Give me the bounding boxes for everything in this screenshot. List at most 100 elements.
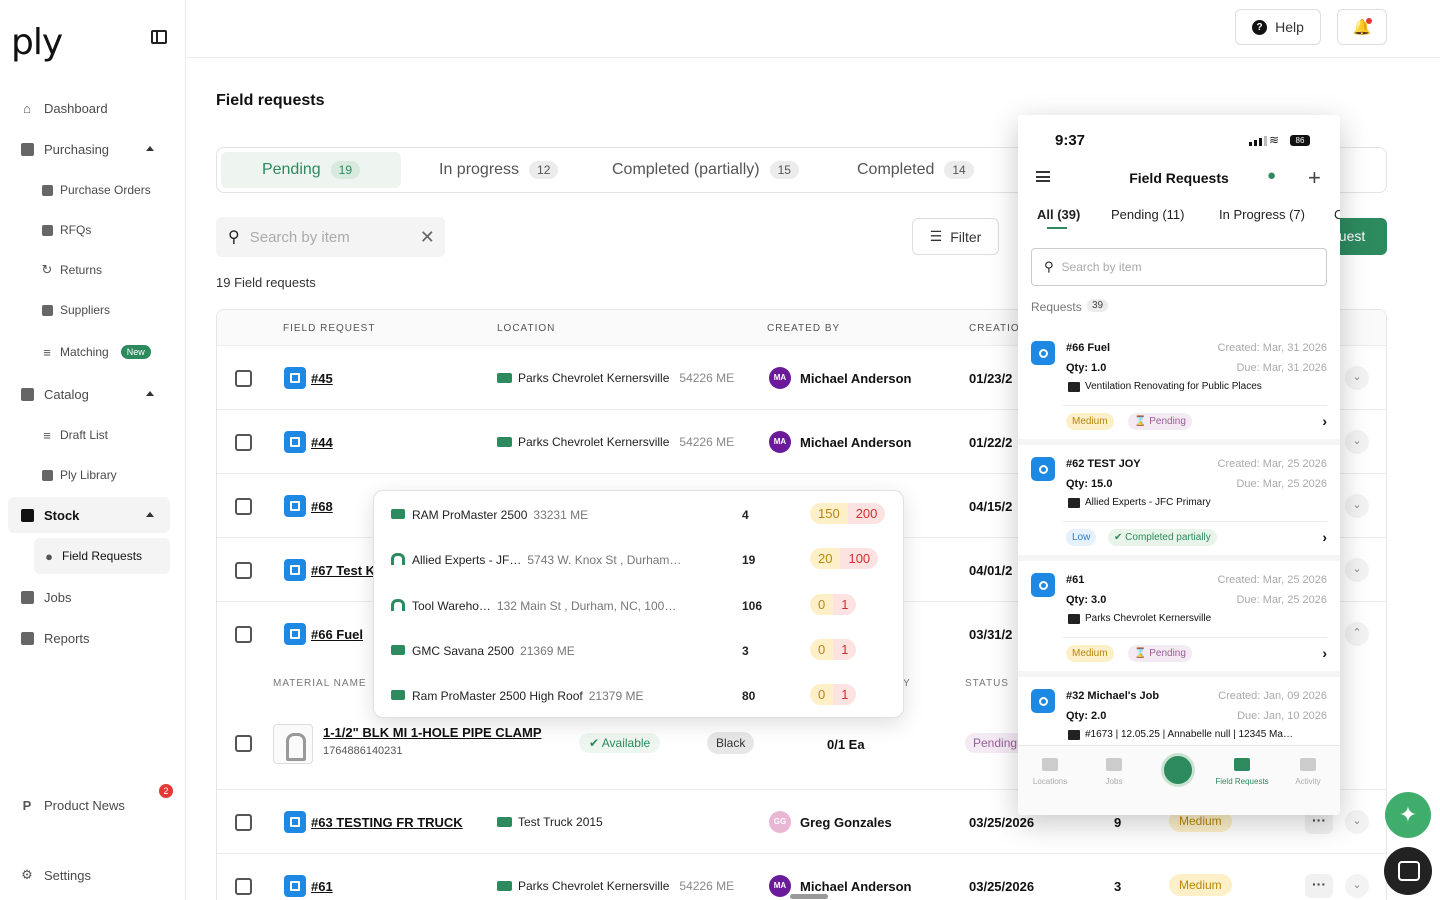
tab-pending[interactable]: Pending 19 bbox=[221, 152, 401, 188]
tab-completed[interactable]: Completed 14 bbox=[845, 152, 986, 188]
sidebar-item-draft-list[interactable]: ≡ Draft List bbox=[8, 417, 170, 453]
notifications-button[interactable]: 🔔 bbox=[1337, 9, 1387, 45]
stock-range-pill: 20 100 bbox=[810, 548, 879, 569]
row-checkbox[interactable] bbox=[235, 878, 252, 895]
tab-completed-partially[interactable]: Completed (partially) 15 bbox=[600, 152, 811, 188]
sidebar-item-field-requests[interactable]: ● Field Requests bbox=[34, 538, 170, 574]
scroll-indicator[interactable] bbox=[790, 894, 828, 899]
chevron-up-icon[interactable]: ⌃ bbox=[1345, 622, 1369, 646]
search-bar: ⚲ ✕ bbox=[216, 217, 445, 257]
chevron-down-icon[interactable]: ⌄ bbox=[1345, 810, 1369, 834]
field-request-link[interactable]: #68 bbox=[311, 499, 333, 514]
gear-icon: ⚙ bbox=[21, 867, 33, 882]
field-request-link[interactable]: #44 bbox=[311, 435, 333, 450]
chat-support-button[interactable] bbox=[1384, 847, 1432, 895]
search-input[interactable] bbox=[249, 228, 410, 246]
status-badge: ✔ Completed partially bbox=[1108, 529, 1217, 546]
more-options-button[interactable]: ··· bbox=[1305, 874, 1333, 898]
row-checkbox[interactable] bbox=[235, 434, 252, 451]
creator-name: Michael Anderson bbox=[800, 435, 912, 450]
creation-date: 01/23/2 bbox=[969, 371, 1013, 386]
barcode-scan-button[interactable] bbox=[1161, 753, 1195, 787]
chevron-down-icon[interactable]: ⌄ bbox=[1345, 366, 1369, 390]
sidebar-item-rfqs[interactable]: RFQs bbox=[8, 212, 170, 248]
lightbulb-icon bbox=[1031, 573, 1055, 597]
mobile-tab-completed[interactable]: C bbox=[1334, 207, 1340, 222]
field-request-link[interactable]: #67 Test Ki bbox=[311, 563, 379, 578]
field-request-link[interactable]: #66 Fuel bbox=[311, 627, 363, 642]
sidebar-item-suppliers[interactable]: Suppliers bbox=[8, 292, 170, 328]
chevron-right-icon[interactable]: › bbox=[1322, 529, 1327, 545]
truck-icon bbox=[497, 373, 512, 383]
add-icon[interactable]: + bbox=[1308, 165, 1321, 191]
mobile-title: Field Requests bbox=[1129, 170, 1229, 186]
clear-icon[interactable]: ✕ bbox=[420, 227, 435, 248]
row-checkbox[interactable] bbox=[235, 562, 252, 579]
chevron-down-icon[interactable]: ⌄ bbox=[1345, 874, 1369, 898]
sidebar-item-product-news[interactable]: P Product News bbox=[8, 787, 170, 823]
nav-activity[interactable]: Activity bbox=[1276, 758, 1340, 786]
list-item[interactable]: RAM ProMaster 2500 33231 ME 4 150 200 bbox=[374, 492, 903, 537]
chevron-right-icon[interactable]: › bbox=[1322, 413, 1327, 429]
priority-badge: Medium bbox=[1066, 413, 1114, 430]
row-checkbox[interactable] bbox=[235, 370, 252, 387]
sidebar-item-purchasing[interactable]: Purchasing bbox=[8, 131, 170, 167]
sidebar-item-purchase-orders[interactable]: Purchase Orders bbox=[8, 172, 170, 208]
chevron-down-icon[interactable]: ⌄ bbox=[1345, 558, 1369, 582]
nav-field-requests[interactable]: Field Requests bbox=[1210, 758, 1274, 786]
row-checkbox[interactable] bbox=[235, 626, 252, 643]
mobile-tab-pending[interactable]: Pending (11) bbox=[1111, 207, 1184, 222]
location-cell: Test Truck 2015 bbox=[497, 815, 603, 829]
request-card[interactable]: #61 Qty: 3.0 Created: Mar, 25 2026 Due: … bbox=[1018, 561, 1340, 677]
sidebar-item-settings[interactable]: ⚙ Settings bbox=[8, 857, 170, 893]
chevron-down-icon[interactable]: ⌄ bbox=[1345, 430, 1369, 454]
request-card[interactable]: #66 Fuel Qty: 1.0 Created: Mar, 31 2026 … bbox=[1018, 329, 1340, 445]
field-request-link[interactable]: #61 bbox=[311, 879, 333, 894]
filter-button[interactable]: ☰ Filter bbox=[912, 218, 999, 255]
row-checkbox[interactable] bbox=[235, 735, 252, 752]
truck-icon bbox=[497, 817, 512, 827]
field-request-link[interactable]: #45 bbox=[311, 371, 333, 386]
wifi-icon: ≋ bbox=[1269, 133, 1280, 147]
nav-jobs[interactable]: Jobs bbox=[1082, 758, 1146, 786]
help-button[interactable]: ? Help bbox=[1235, 9, 1321, 45]
row-checkbox[interactable] bbox=[235, 498, 252, 515]
sidebar-item-stock[interactable]: Stock bbox=[8, 497, 170, 533]
row-checkbox[interactable] bbox=[235, 814, 252, 831]
sidebar-item-ply-library[interactable]: Ply Library bbox=[8, 457, 170, 493]
home-icon: ⌂ bbox=[23, 100, 31, 116]
chevron-down-icon[interactable]: ⌄ bbox=[1345, 494, 1369, 518]
tab-in-progress[interactable]: In progress 12 bbox=[427, 152, 570, 188]
sidebar-item-matching[interactable]: ≡ Matching New bbox=[8, 334, 170, 370]
battery-icon: 86 bbox=[1290, 135, 1310, 146]
mobile-tab-all[interactable]: All (39) bbox=[1037, 207, 1080, 222]
field-request-icon bbox=[284, 623, 306, 645]
sidebar-item-jobs[interactable]: Jobs bbox=[8, 579, 170, 615]
list-item[interactable]: GMC Savana 2500 21369 ME 3 0 1 bbox=[374, 628, 903, 673]
list-item[interactable]: Tool Wareho… 132 Main St , Durham, NC, 10… bbox=[374, 583, 903, 628]
list-item[interactable]: Allied Experts - JF… 5743 W. Knox St , Du… bbox=[374, 537, 903, 582]
divider bbox=[1063, 637, 1327, 638]
ai-sparkle-button[interactable]: ✦ bbox=[1385, 792, 1431, 838]
briefcase-icon bbox=[20, 590, 34, 604]
microphone-icon[interactable]: ● bbox=[1267, 167, 1276, 184]
nav-locations[interactable]: Locations bbox=[1018, 758, 1082, 786]
sidebar-toggle-icon[interactable] bbox=[151, 30, 167, 44]
field-request-link[interactable]: #63 TESTING FR TRUCK bbox=[311, 815, 463, 830]
mobile-search-input[interactable]: ⚲ Search by item bbox=[1031, 248, 1327, 286]
sidebar-item-reports[interactable]: Reports bbox=[8, 620, 170, 656]
list-item[interactable]: Ram ProMaster 2500 High Roof 21379 ME 80 0 1 bbox=[374, 673, 903, 718]
chevron-right-icon[interactable]: › bbox=[1322, 645, 1327, 661]
quantity: 9 bbox=[1114, 815, 1122, 830]
material-name-link[interactable]: 1-1/2" BLK MI 1-HOLE PIPE CLAMP bbox=[323, 725, 542, 740]
ply-logo[interactable]: ply bbox=[11, 22, 63, 63]
truck-icon bbox=[391, 645, 405, 655]
sidebar-item-returns[interactable]: ↻ Returns bbox=[8, 252, 170, 288]
quantity: 3 bbox=[1114, 879, 1122, 894]
sidebar-item-dashboard[interactable]: ⌂ Dashboard bbox=[8, 90, 170, 126]
sidebar-item-catalog[interactable]: Catalog bbox=[8, 376, 170, 412]
mobile-tab-in-progress[interactable]: In Progress (7) bbox=[1219, 207, 1305, 222]
request-card[interactable]: #62 TEST JOY Qty: 15.0 Created: Mar, 25 … bbox=[1018, 445, 1340, 561]
mobile-bottom-nav: Locations Jobs Field Requests Activity bbox=[1018, 745, 1340, 815]
library-icon bbox=[40, 468, 54, 482]
